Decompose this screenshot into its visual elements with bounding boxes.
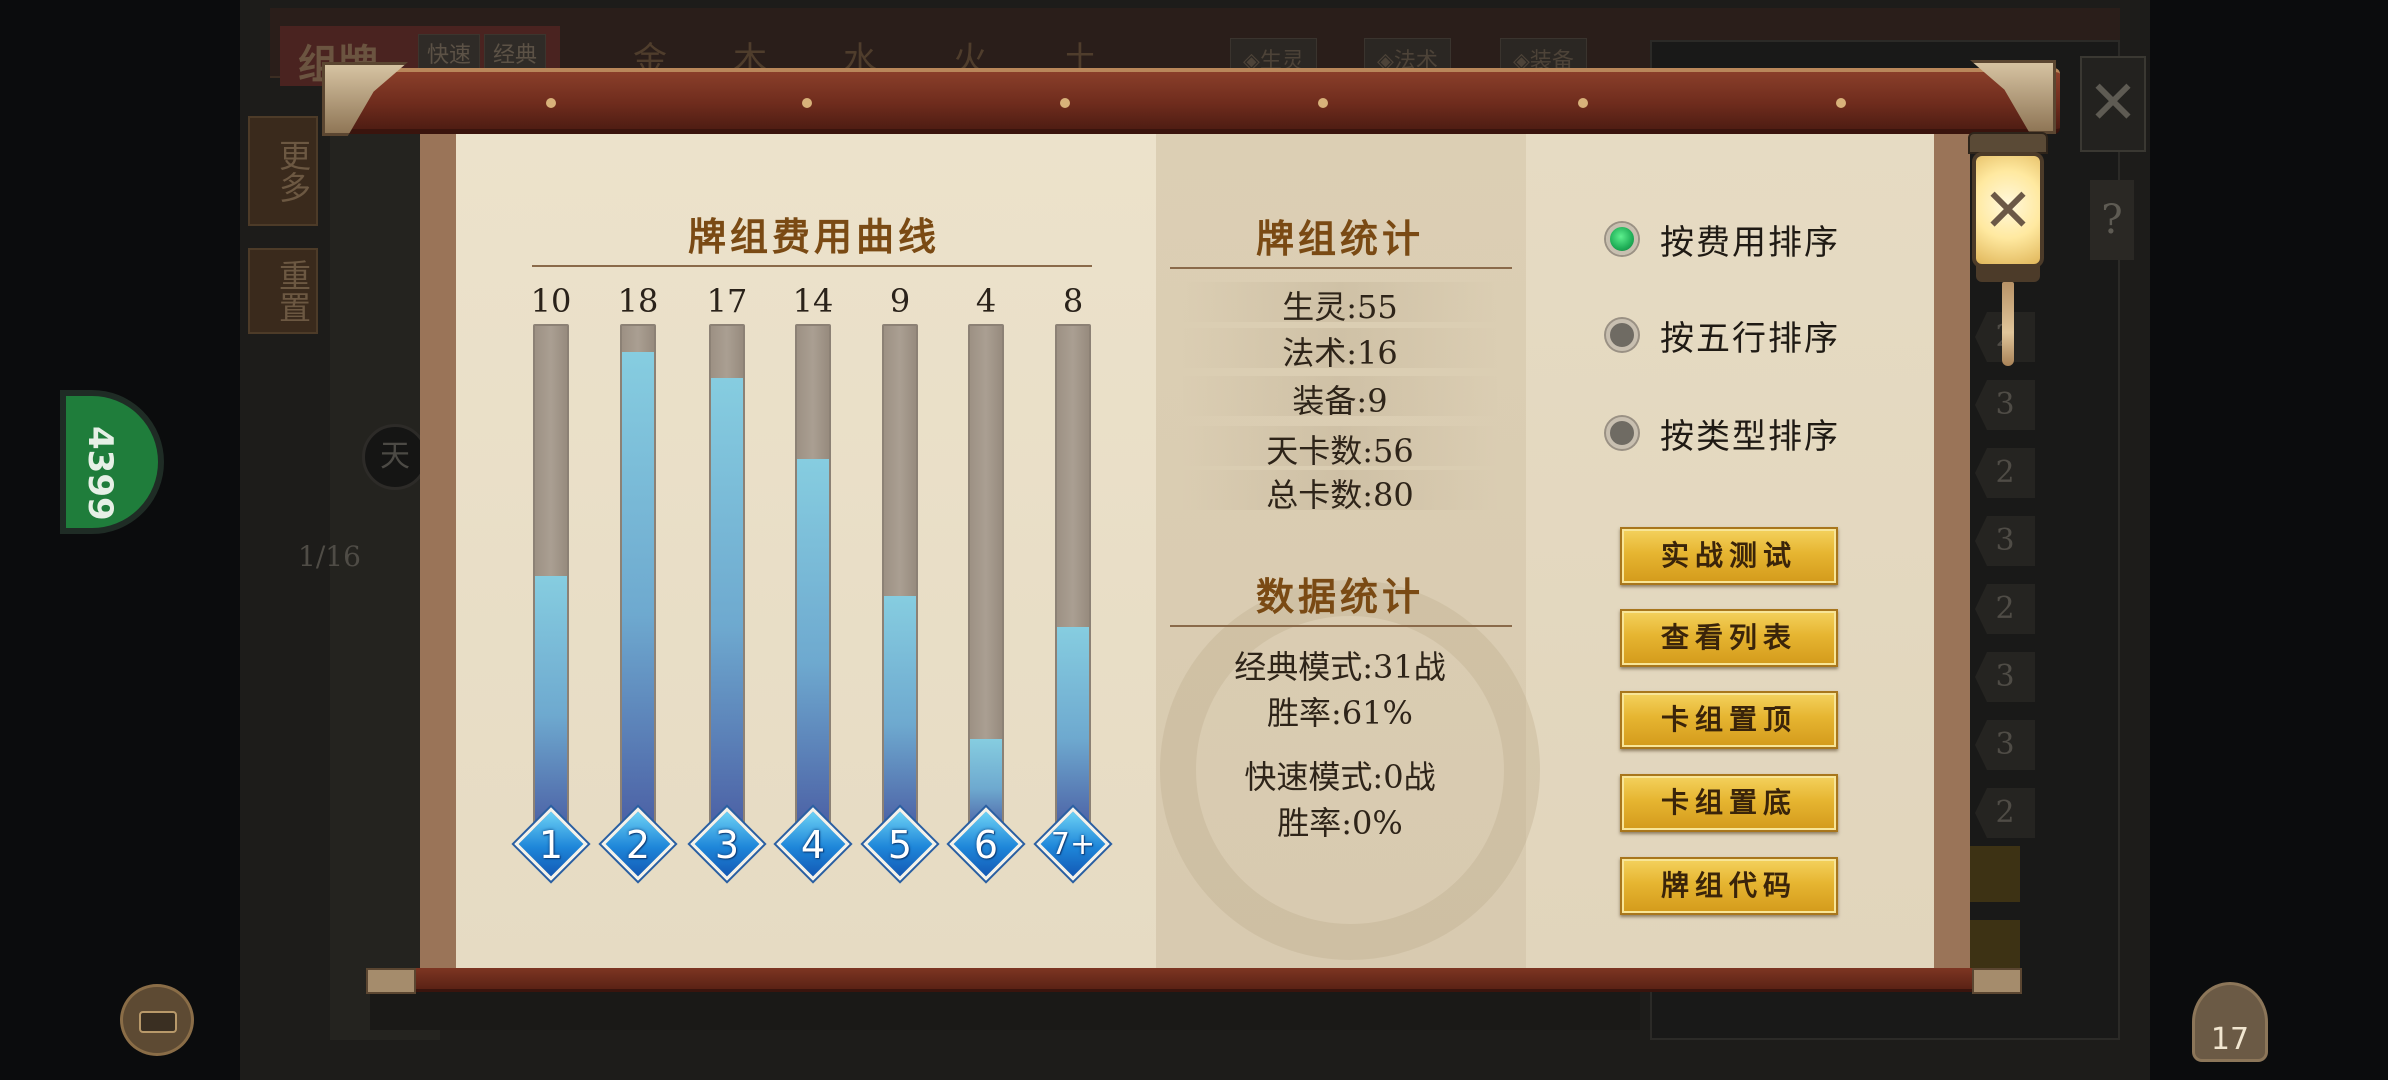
bar-count-label: 18 <box>617 282 659 320</box>
sort-by-type-label: 按类型排序 <box>1660 416 1840 457</box>
stat-sky-card-count: 天卡数:56 <box>1266 432 1414 470</box>
bar-count-label: 14 <box>792 282 834 320</box>
deck-move-bottom-button[interactable]: 卡组置底 <box>1620 774 1838 832</box>
bar-fill <box>622 352 654 830</box>
background-reset-button: 重置 <box>248 248 318 334</box>
cost-gem-label: 1 <box>538 823 564 867</box>
cost-gem-label: 6 <box>973 823 999 867</box>
cost-gem-label: 5 <box>887 823 913 867</box>
chat-button[interactable] <box>120 984 194 1056</box>
sort-by-cost-option[interactable]: 按费用排序 <box>1606 214 1840 264</box>
sort-by-element-label: 按五行排序 <box>1660 318 1840 359</box>
background-more-button: 更多 <box>248 116 318 226</box>
radio-unselected-icon[interactable] <box>1606 417 1638 449</box>
bar-fill <box>711 378 743 830</box>
bar-track <box>1055 324 1091 832</box>
cost-gem-label: 7+ <box>1050 827 1096 862</box>
scroll-top-rod <box>330 68 2060 134</box>
bar-track <box>533 324 569 832</box>
bag-button[interactable]: 17 <box>2192 982 2268 1062</box>
background-bottom-row <box>370 990 1640 1030</box>
rod-stud <box>1578 98 1588 108</box>
deck-code-button[interactable]: 牌组代码 <box>1620 857 1838 915</box>
bar-count-label: 17 <box>706 282 748 320</box>
scroll-bottom-rod <box>370 968 2020 992</box>
background-green-badge: 4399 <box>60 390 164 534</box>
background-help-icon: ? <box>2090 180 2134 260</box>
bar-track <box>795 324 831 832</box>
rod-stud <box>1318 98 1328 108</box>
rod-bottom-cap-right <box>1972 968 2022 994</box>
stat-quick-winrate: 胜率:0% <box>1277 804 1403 842</box>
background-close-icon: ✕ <box>2080 56 2146 152</box>
data-stats-title: 数据统计 <box>1255 574 1424 619</box>
background-count: 3 <box>1975 652 2035 702</box>
cost-gem-label: 4 <box>800 823 826 867</box>
background-count: 2 <box>1975 584 2035 634</box>
background-count: 2 <box>1975 448 2035 498</box>
sort-by-type-option[interactable]: 按类型排序 <box>1606 408 1840 458</box>
close-icon: ✕ <box>1982 176 2034 246</box>
bar-fill <box>884 596 916 830</box>
bar-count-label: 4 <box>975 282 997 320</box>
background-count: 3 <box>1975 380 2035 430</box>
close-button[interactable]: ✕ <box>1972 152 2044 268</box>
background-count: 3 <box>1975 720 2035 770</box>
bar-track <box>709 324 745 832</box>
cost-curve-title: 牌组费用曲线 <box>687 214 940 259</box>
stat-total-card-count: 总卡数:80 <box>1266 476 1414 514</box>
stat-equipment-count: 装备:9 <box>1292 382 1388 420</box>
deck-stats-title: 牌组统计 <box>1255 216 1424 261</box>
battle-test-button[interactable]: 实战测试 <box>1620 527 1838 585</box>
rod-bottom-cap-left <box>366 968 416 994</box>
background-green-badge-text: 4399 <box>80 426 120 521</box>
cost-curve-divider <box>532 265 1092 267</box>
sort-by-element-option[interactable]: 按五行排序 <box>1606 310 1840 360</box>
bar-track <box>968 324 1004 832</box>
lantern-tassel <box>2002 282 2014 366</box>
bar-track <box>620 324 656 832</box>
stat-spell-count: 法术:16 <box>1282 334 1398 372</box>
bar-count-label: 8 <box>1062 282 1084 320</box>
bar-fill <box>1057 627 1089 830</box>
chat-icon <box>139 1011 177 1033</box>
lantern-cap <box>1968 132 2048 154</box>
radio-selected-icon[interactable] <box>1606 223 1638 255</box>
stat-classic-winrate: 胜率:61% <box>1267 694 1413 732</box>
bar-count-label: 9 <box>889 282 911 320</box>
bar-fill <box>797 459 829 830</box>
sort-by-cost-label: 按费用排序 <box>1660 222 1840 263</box>
data-stats-divider <box>1170 625 1512 627</box>
bag-count: 17 <box>2210 1022 2250 1057</box>
background-count: 2 <box>1975 788 2035 838</box>
bar-track <box>882 324 918 832</box>
rod-stud <box>1836 98 1846 108</box>
rod-stud <box>1060 98 1070 108</box>
background-circle-sky: 天 <box>362 424 428 490</box>
bar-count-label: 10 <box>530 282 572 320</box>
lantern-base <box>1976 266 2040 282</box>
background-page-indicator: 1/16 <box>298 540 361 573</box>
stat-quick-games: 快速模式:0战 <box>1244 758 1436 796</box>
bar-fill <box>535 576 567 830</box>
view-list-button[interactable]: 查看列表 <box>1620 609 1838 667</box>
stat-creature-count: 生灵:55 <box>1282 288 1398 326</box>
cost-gem-label: 2 <box>625 823 651 867</box>
cost-gem-label: 3 <box>714 823 740 867</box>
deck-move-top-button[interactable]: 卡组置顶 <box>1620 691 1838 749</box>
stat-classic-games: 经典模式:31战 <box>1234 648 1446 686</box>
deck-stats-divider <box>1170 267 1512 269</box>
radio-unselected-icon[interactable] <box>1606 319 1638 351</box>
rod-stud <box>802 98 812 108</box>
rod-stud <box>546 98 556 108</box>
background-count: 3 <box>1975 516 2035 566</box>
